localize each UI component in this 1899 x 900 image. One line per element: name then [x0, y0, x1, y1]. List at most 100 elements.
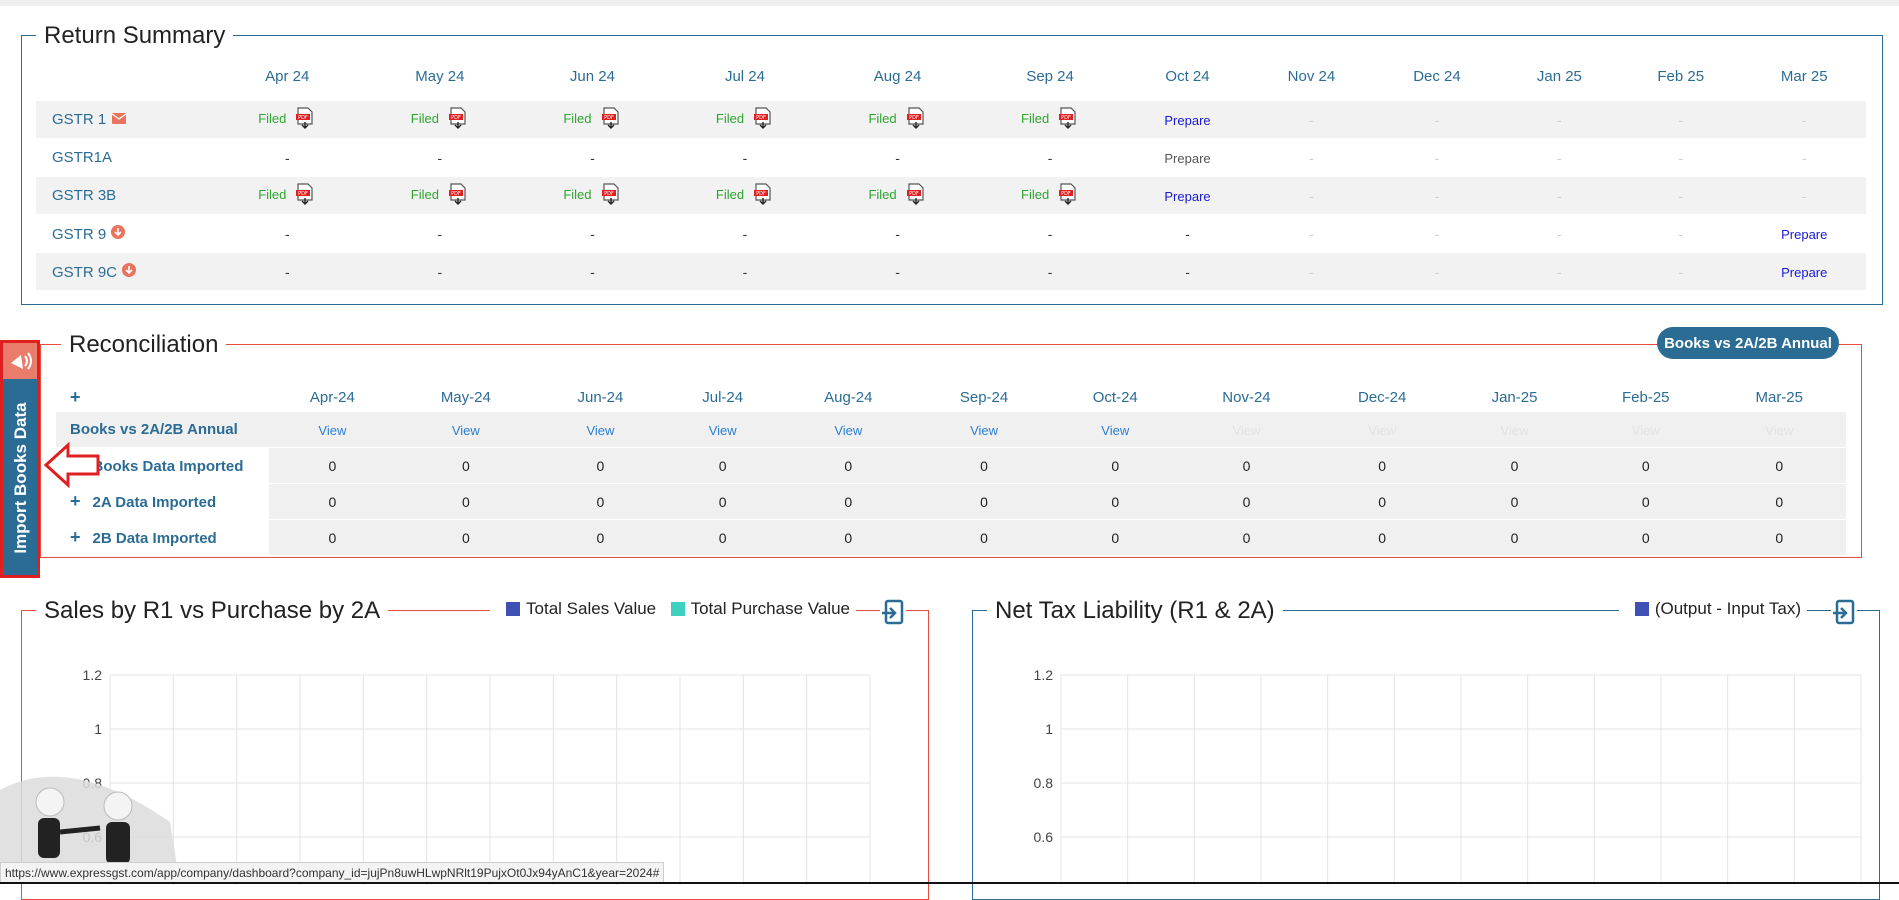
view-link[interactable]: View: [1101, 423, 1129, 438]
svg-text:PDF: PDF: [1061, 191, 1071, 197]
return-status-cell: -: [973, 138, 1127, 177]
month-header: Feb-25: [1621, 388, 1670, 406]
count-cell: 0: [1314, 447, 1451, 484]
pdf-download-icon[interactable]: PDF: [600, 107, 622, 132]
download-circle-icon[interactable]: [122, 262, 137, 281]
pdf-download-icon[interactable]: PDF: [905, 107, 927, 132]
row-label[interactable]: Books Data Imported: [93, 458, 244, 475]
return-status-cell: Filed PDF: [668, 100, 822, 139]
view-link[interactable]: View: [452, 423, 480, 438]
pdf-download-icon[interactable]: PDF: [600, 183, 622, 208]
envelope-icon[interactable]: [111, 111, 127, 128]
view-link[interactable]: View: [834, 423, 862, 438]
pdf-download-icon[interactable]: PDF: [905, 183, 927, 208]
return-name[interactable]: GSTR 1: [52, 111, 106, 128]
month-header: May-24: [440, 388, 491, 406]
pdf-download-icon[interactable]: PDF: [1057, 183, 1079, 208]
empty-value: -: [1309, 263, 1314, 280]
return-status-cell: -: [1374, 252, 1500, 290]
view-link[interactable]: View: [709, 423, 737, 438]
svg-text:PDF: PDF: [299, 115, 309, 121]
return-name[interactable]: GSTR1A: [52, 149, 112, 166]
legend-total-purchase[interactable]: Total Purchase Value: [670, 599, 850, 619]
legend-output-input-tax[interactable]: (Output - Input Tax): [1634, 599, 1801, 619]
reconciliation-row-name[interactable]: +2B Data Imported: [56, 519, 269, 556]
books-vs-2a-2b-annual-button[interactable]: Books vs 2A/2B Annual: [1657, 327, 1839, 359]
row-label[interactable]: 2B Data Imported: [93, 530, 217, 547]
return-name-cell[interactable]: GSTR 1: [36, 100, 211, 139]
return-summary-table: Apr 24 May 24 Jun 24 Jul 24 Aug 24 Sep 24 Oct …: [36, 52, 1866, 290]
view-link[interactable]: View: [318, 423, 346, 438]
empty-value: -: [590, 263, 595, 280]
return-status-cell: -: [821, 214, 974, 253]
return-name-cell[interactable]: GSTR 9C: [36, 252, 211, 290]
pdf-download-icon[interactable]: PDF: [447, 183, 469, 208]
view-link: View: [1368, 422, 1397, 438]
export-icon[interactable]: [880, 599, 906, 627]
chart2-legend: (Output - Input Tax): [1618, 599, 1807, 621]
pdf-download-icon[interactable]: PDF: [1057, 107, 1079, 132]
megaphone-icon: [3, 343, 37, 379]
expand-all-plus[interactable]: +: [70, 387, 81, 407]
pdf-download-icon[interactable]: PDF: [752, 107, 774, 132]
count-cell: 0: [1051, 483, 1179, 520]
month-header: Dec 24: [1413, 67, 1461, 85]
legend-total-sales[interactable]: Total Sales Value: [506, 599, 656, 619]
empty-value: -: [437, 263, 443, 280]
count-cell: 0: [664, 519, 781, 556]
month-header: May 24: [415, 67, 465, 85]
filed-status: Filed: [1021, 111, 1050, 127]
return-name[interactable]: GSTR 3B: [52, 187, 116, 204]
y-tick-label: 1.2: [1034, 667, 1054, 683]
return-name-cell[interactable]: GSTR 3B: [36, 176, 211, 215]
return-name-cell[interactable]: GSTR1A: [36, 138, 211, 177]
chart1-plot: 1.210.80.6: [83, 667, 871, 885]
svg-text:PDF: PDF: [756, 115, 766, 121]
count-cell: 0: [664, 447, 781, 484]
expand-plus-icon[interactable]: +: [70, 527, 81, 547]
row-label[interactable]: 2A Data Imported: [93, 494, 217, 511]
return-status-cell: Prepare: [1742, 214, 1866, 253]
view-link[interactable]: View: [970, 423, 998, 438]
pdf-download-icon[interactable]: PDF: [294, 183, 316, 208]
month-header: Jun-24: [577, 388, 624, 406]
pdf-download-icon[interactable]: PDF: [294, 107, 316, 132]
prepare-link[interactable]: Prepare: [1164, 189, 1210, 204]
prepare-link[interactable]: Prepare: [1781, 227, 1827, 242]
empty-value: -: [1309, 111, 1314, 128]
month-header: Dec-24: [1357, 388, 1407, 406]
expand-plus-icon[interactable]: +: [70, 491, 81, 511]
export-icon[interactable]: [1831, 599, 1857, 627]
return-status-cell: -: [1742, 100, 1866, 139]
prepare-link[interactable]: Prepare: [1781, 265, 1827, 280]
filed-status: Filed: [563, 111, 592, 127]
empty-value: -: [437, 225, 443, 242]
return-name-cell[interactable]: GSTR 9: [36, 214, 211, 253]
count-cell: 0: [1579, 483, 1713, 520]
return-status-cell: -: [1374, 214, 1500, 253]
count-cell: 0: [916, 519, 1052, 556]
return-status-cell: -: [1374, 138, 1500, 177]
empty-value: -: [1678, 111, 1684, 128]
prepare-link[interactable]: Prepare: [1164, 113, 1210, 128]
count-cell: 0: [1314, 519, 1451, 556]
legend-swatch: [670, 602, 685, 616]
return-status-cell: -: [821, 138, 974, 177]
return-name[interactable]: GSTR 9C: [52, 264, 117, 281]
return-status-cell: -: [1499, 214, 1620, 253]
return-name[interactable]: GSTR 9: [52, 226, 106, 243]
pdf-download-icon[interactable]: PDF: [752, 183, 774, 208]
count-cell: 0: [780, 519, 917, 556]
empty-value: -: [1434, 149, 1440, 166]
reconciliation-row-name[interactable]: +2A Data Imported: [56, 483, 269, 520]
view-cell: View: [395, 412, 536, 448]
month-header: Oct 24: [1165, 67, 1210, 85]
pdf-download-icon[interactable]: PDF: [447, 107, 469, 132]
month-header: Nov-24: [1222, 388, 1271, 406]
import-books-data-tab[interactable]: Import Books Data: [0, 340, 40, 578]
month-header: Jan 25: [1536, 67, 1582, 85]
view-link[interactable]: View: [586, 423, 614, 438]
download-circle-icon[interactable]: [111, 224, 126, 243]
filed-status: Filed: [258, 187, 287, 203]
y-tick-label: 1: [1045, 721, 1053, 737]
